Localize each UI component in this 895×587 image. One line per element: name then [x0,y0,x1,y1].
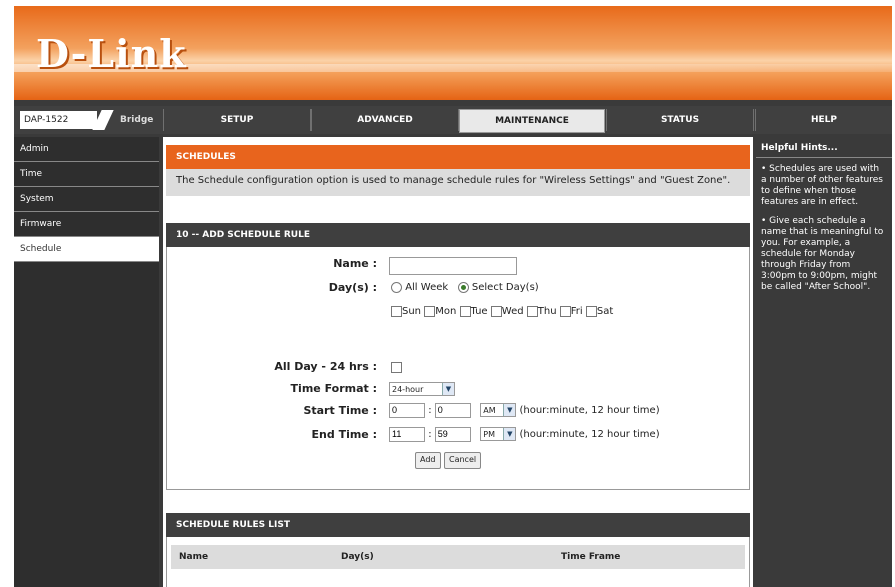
schedule-rules-list-section: SCHEDULE RULES LIST Name Day(s) Time Fra… [166,513,750,587]
tab-advanced[interactable]: ADVANCED [311,109,459,131]
sidebar-item-time[interactable]: Time [14,162,159,187]
start-time-controls: : AM ▼ (hour:minute, 12 hour time) [389,402,660,420]
start-ampm-select[interactable]: AM ▼ [480,403,517,417]
end-minute-input[interactable] [434,426,471,442]
schedules-title: SCHEDULES [166,145,750,169]
start-ampm-value: AM [483,406,496,415]
days-row: Day(s) : All Week Select Day(s) [167,279,749,297]
chevron-down-icon: ▼ [442,383,454,395]
tue-label: Tue [470,306,488,317]
header-banner: D-Link [14,6,892,100]
model-label: DAP-1522 [20,111,97,129]
tab-status[interactable]: STATUS [606,109,754,131]
days-label: Day(s) : [328,281,377,294]
day-checkboxes: Sun Mon Tue Wed Thu Fri Sat [391,303,613,321]
cancel-button[interactable]: Cancel [444,452,482,469]
sidebar-item-firmware[interactable]: Firmware [14,212,159,237]
name-input[interactable] [389,257,517,275]
all-day-row: All Day - 24 hrs : [167,358,749,376]
all-day-checkbox[interactable] [391,362,402,373]
start-minute-input[interactable] [434,402,471,418]
main-content: SCHEDULES The Schedule configuration opt… [163,137,753,587]
tab-help[interactable]: HELP [755,109,892,131]
end-hour-input[interactable] [389,426,425,442]
time-format-label: Time Format : [290,382,377,395]
start-time-row: Start Time : : AM ▼ (hour:minute, 12 hou… [167,402,749,420]
sat-label: Sat [596,306,614,317]
mode-label: Bridge [120,115,154,125]
days-radio-group: All Week Select Day(s) [391,279,539,297]
name-label: Name : [333,257,377,270]
hint-2: • Give each schedule a name that is mean… [761,216,884,292]
hints-title: Helpful Hints... [761,143,838,153]
rules-list-header: Name Day(s) Time Frame [171,545,745,569]
column-days: Day(s) [341,552,374,562]
sidebar: Admin Time System Firmware Schedule [14,137,159,587]
sidebar-item-system[interactable]: System [14,187,159,212]
column-time-frame: Time Frame [561,552,621,562]
schedules-description: The Schedule configuration option is use… [166,169,750,196]
hint-1: • Schedules are used with a number of ot… [756,157,892,208]
add-schedule-rule-section: 10 -- ADD SCHEDULE RULE Name : Day(s) : … [166,223,750,490]
wed-label: Wed [501,306,524,317]
fri-checkbox[interactable] [559,305,571,317]
time-colon: : [428,429,432,440]
add-rule-form: Name : Day(s) : All Week Select Day(s) S… [166,247,750,490]
time-colon: : [428,405,432,416]
end-time-controls: : PM ▼ (hour:minute, 12 hour time) [389,426,660,444]
add-button[interactable]: Add [415,452,441,469]
mon-checkbox[interactable] [424,305,436,317]
sun-checkbox[interactable] [391,305,402,317]
start-hour-input[interactable] [389,402,425,418]
wed-checkbox[interactable] [490,305,502,317]
all-week-label: All Week [405,282,449,293]
all-day-label: All Day - 24 hrs : [274,360,377,373]
name-row: Name : [167,255,749,275]
fri-label: Fri [570,306,583,317]
end-time-hint: (hour:minute, 12 hour time) [519,429,660,440]
add-rule-title: 10 -- ADD SCHEDULE RULE [166,223,750,247]
dlink-logo: D-Link [36,31,187,76]
tab-setup[interactable]: SETUP [163,109,311,131]
sat-checkbox[interactable] [585,305,597,317]
select-days-label: Select Day(s) [471,282,539,293]
chevron-down-icon: ▼ [503,428,516,440]
helpful-hints-panel: Helpful Hints... • Schedules are used wi… [756,137,892,587]
end-ampm-select[interactable]: PM ▼ [480,427,517,441]
start-time-label: Start Time : [303,404,377,417]
rules-list-title: SCHEDULE RULES LIST [166,513,750,537]
end-ampm-value: PM [483,430,496,439]
thu-checkbox[interactable] [526,305,538,317]
schedules-section: SCHEDULES The Schedule configuration opt… [166,145,750,196]
start-time-hint: (hour:minute, 12 hour time) [519,405,660,416]
form-buttons: Add Cancel [415,450,482,469]
column-name: Name [179,552,209,562]
sidebar-item-schedule[interactable]: Schedule [14,237,159,262]
top-navigation: DAP-1522 Bridge SETUP ADVANCED MAINTENAN… [14,106,892,134]
chevron-down-icon: ▼ [503,404,516,416]
mon-label: Mon [435,306,457,317]
rules-list-body: Name Day(s) Time Frame [166,537,750,587]
select-days-radio[interactable] [457,281,469,293]
time-format-value: 24-hour [392,385,424,394]
all-week-radio[interactable] [391,281,402,293]
thu-label: Thu [537,306,557,317]
router-admin-window: D-Link DAP-1522 Bridge SETUP ADVANCED MA… [14,6,892,587]
day-checkboxes-row: Sun Mon Tue Wed Thu Fri Sat [167,303,749,321]
sun-label: Sun [402,306,422,317]
time-format-row: Time Format : 24-hour ▼ [167,380,749,398]
end-time-label: End Time : [311,428,377,441]
tab-maintenance[interactable]: MAINTENANCE [459,109,605,133]
end-time-row: End Time : : PM ▼ (hour:minute, 12 hour … [167,426,749,444]
tue-checkbox[interactable] [459,305,471,317]
time-format-select[interactable]: 24-hour ▼ [389,382,455,396]
sidebar-item-admin[interactable]: Admin [14,137,159,162]
